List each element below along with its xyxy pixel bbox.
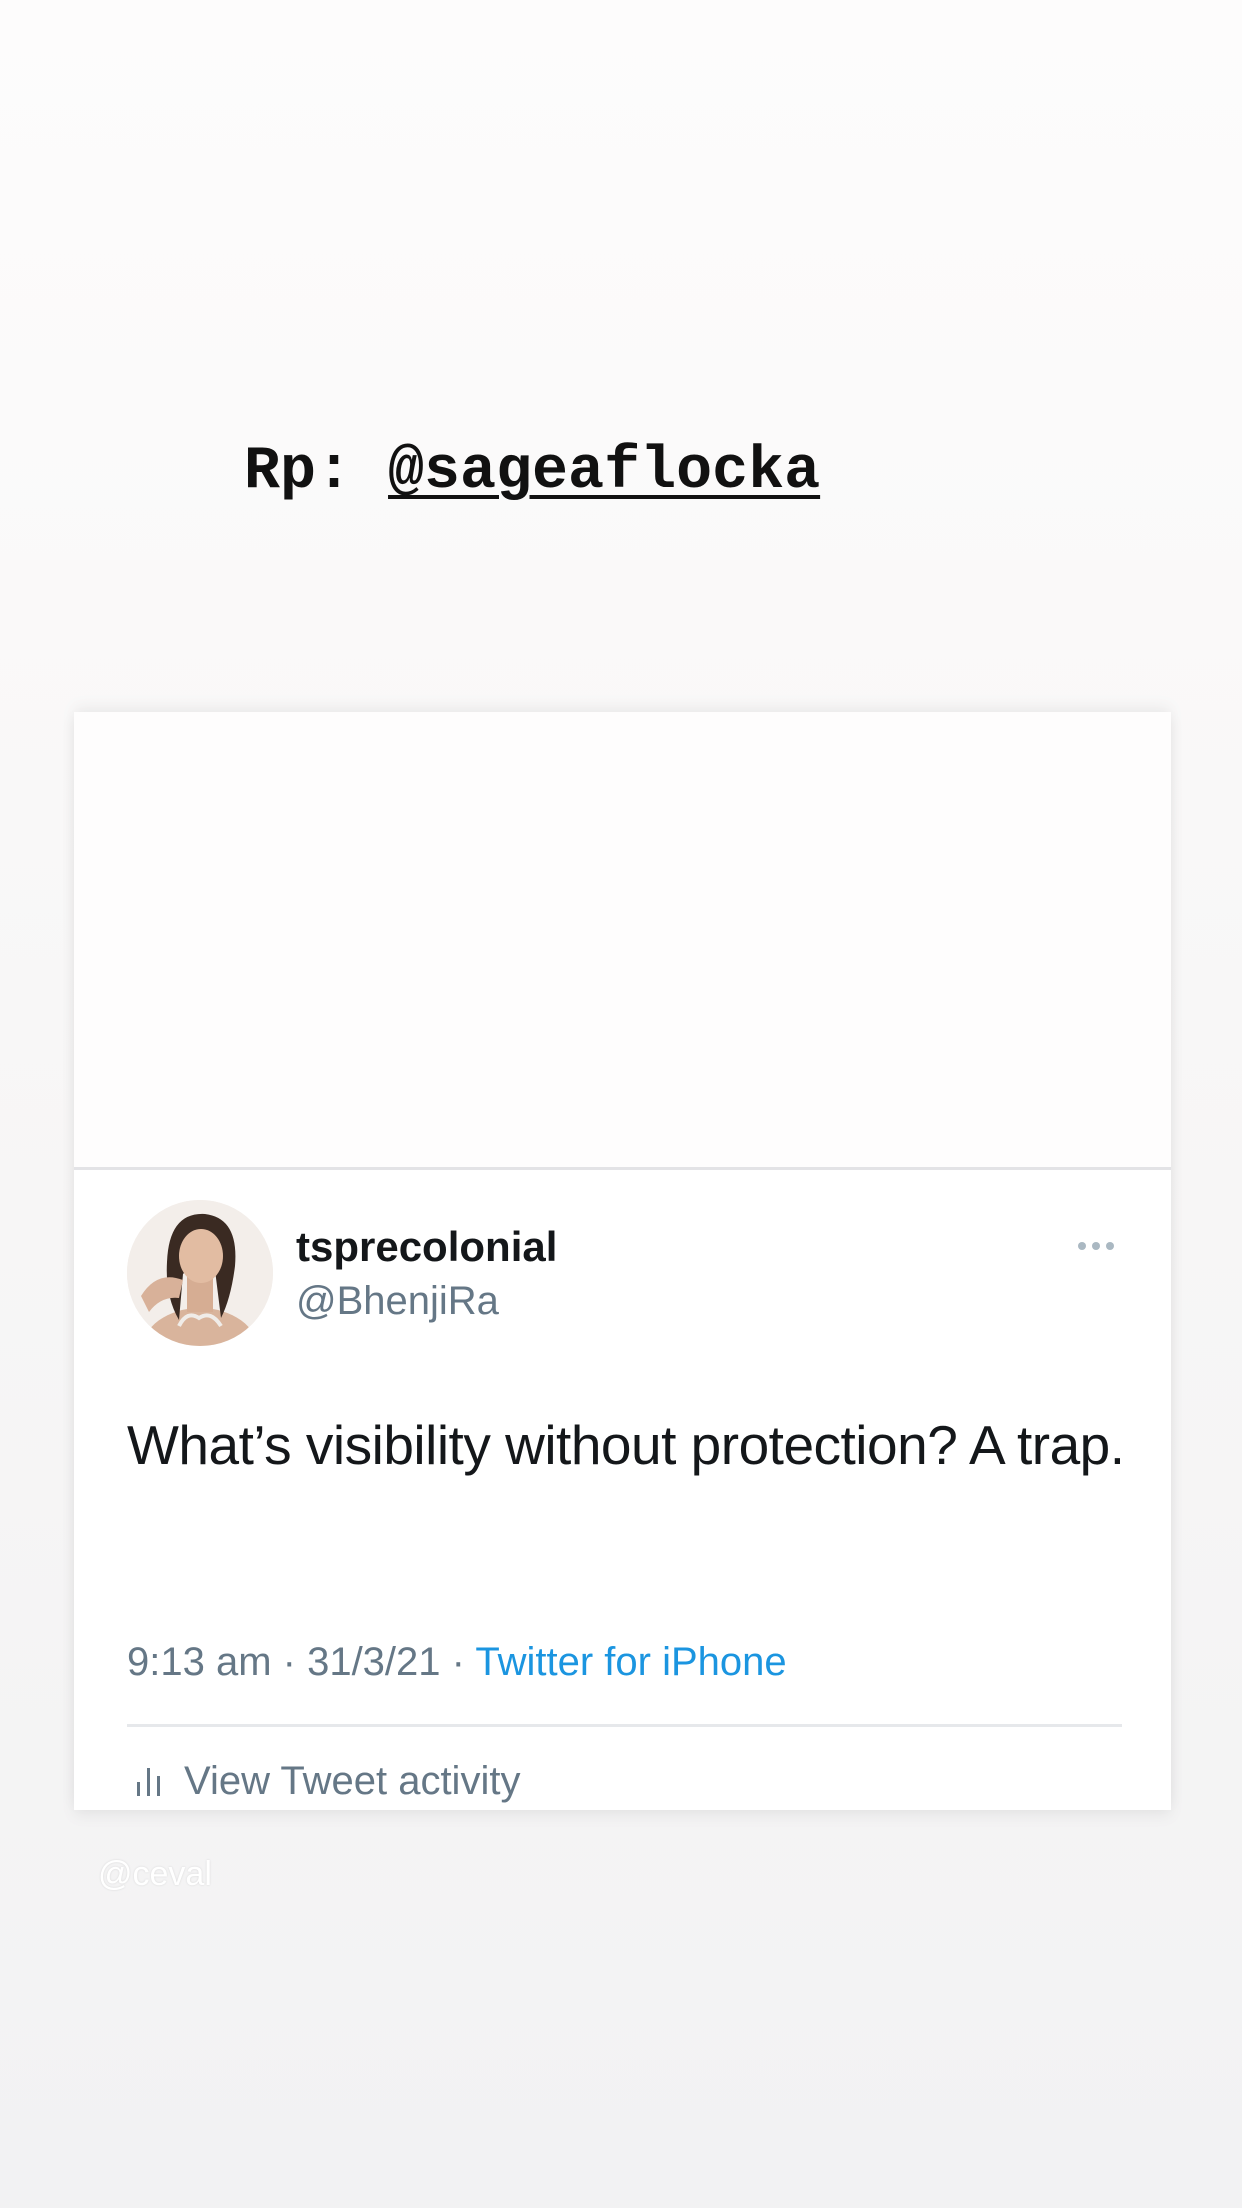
repost-prefix: Rp: — [244, 438, 389, 506]
meta-divider — [127, 1724, 1122, 1727]
tweet-source-link[interactable]: Twitter for iPhone — [475, 1640, 786, 1684]
tweet-display-name[interactable]: tsprecolonial — [296, 1222, 557, 1272]
view-tweet-activity-button[interactable]: View Tweet activity — [134, 1756, 520, 1806]
avatar-image — [127, 1200, 273, 1346]
tweet-card-divider — [74, 1167, 1171, 1170]
repost-handle-link[interactable]: @sageaflocka — [388, 438, 820, 506]
tweet-date[interactable]: 31/3/21 — [307, 1640, 440, 1684]
avatar[interactable] — [127, 1200, 273, 1346]
tweet-card-blank-area — [74, 712, 1171, 1167]
more-horizontal-icon[interactable] — [1074, 1234, 1118, 1258]
tweet-meta: 9:13 am · 31/3/21 · Twitter for iPhone — [127, 1637, 787, 1687]
bar-chart-icon — [137, 1768, 160, 1796]
tweet-card: tsprecolonial @BhenjiRa What’s visibilit… — [74, 712, 1171, 1810]
tweet-text: What’s visibility without protection? A … — [127, 1414, 1125, 1476]
repost-caption: Rp: @sageaflocka — [244, 432, 820, 512]
watermark: @ceval — [98, 1855, 212, 1893]
meta-separator: · — [440, 1640, 476, 1684]
tweet-time[interactable]: 9:13 am — [127, 1640, 272, 1684]
view-tweet-activity-label: View Tweet activity — [184, 1759, 521, 1803]
meta-separator: · — [271, 1640, 308, 1684]
tweet-username[interactable]: @BhenjiRa — [296, 1276, 499, 1326]
